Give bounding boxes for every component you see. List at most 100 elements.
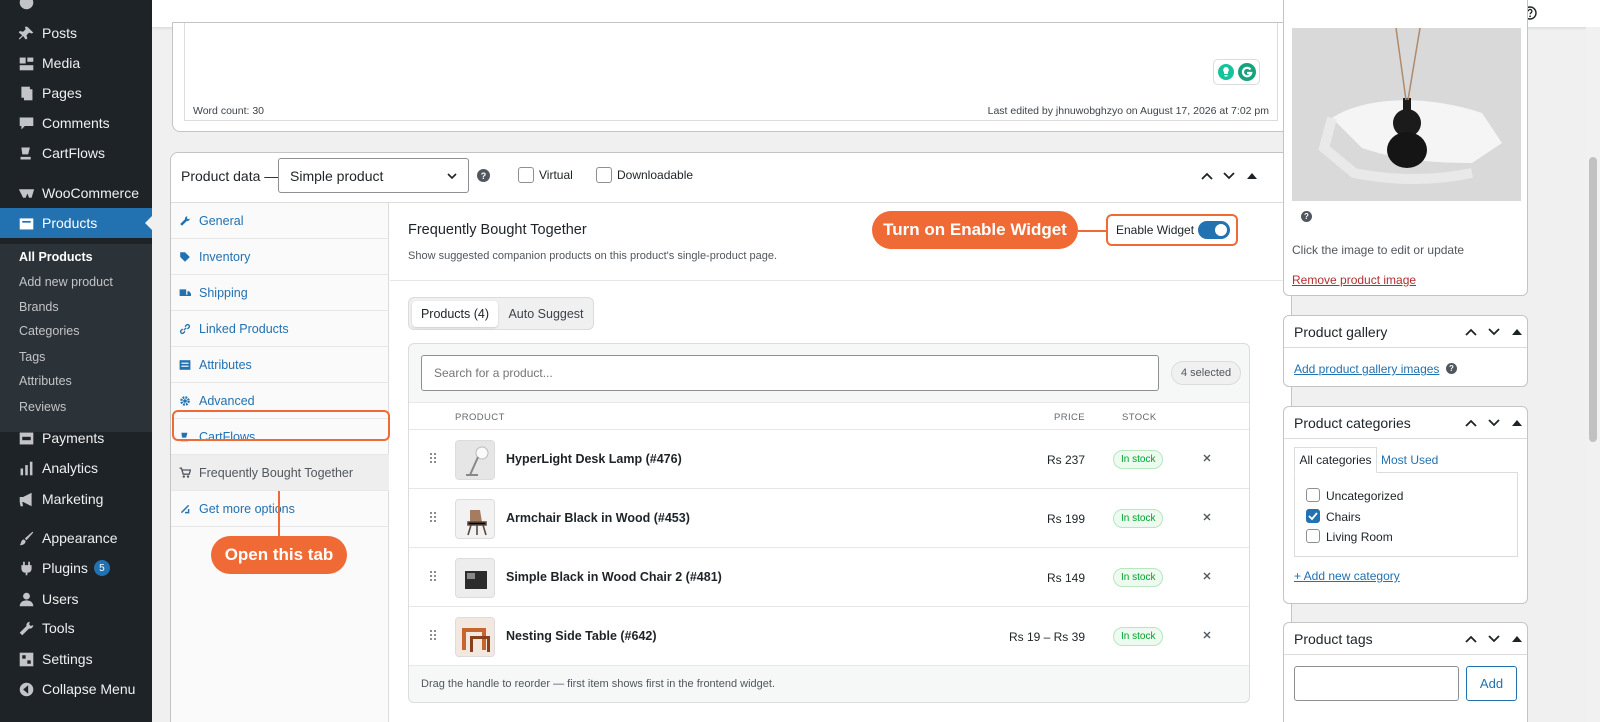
- help-icon[interactable]: ?: [1446, 363, 1457, 374]
- category-label: Chairs: [1326, 510, 1361, 524]
- category-checkbox-uncategorized[interactable]: [1306, 488, 1320, 502]
- tab-all-categories[interactable]: All categories: [1294, 447, 1377, 473]
- tab-label: Inventory: [199, 249, 251, 264]
- list-icon: [179, 359, 191, 371]
- sidebar-item-payments[interactable]: Payments: [0, 423, 152, 453]
- help-icon[interactable]: ?: [1301, 211, 1312, 222]
- remove-icon[interactable]: [1201, 629, 1213, 641]
- add-gallery-images-link[interactable]: Add product gallery images: [1294, 362, 1439, 376]
- product-categories-box: Product categories All categories Most U…: [1283, 406, 1528, 604]
- tab-most-used[interactable]: Most Used: [1381, 453, 1438, 467]
- sidebar-item-label: Analytics: [42, 460, 99, 476]
- sidebar-item-woocommerce[interactable]: WooCommerce: [0, 178, 152, 208]
- submenu-brands[interactable]: Brands: [19, 300, 59, 314]
- category-checkbox-chairs[interactable]: [1306, 509, 1320, 523]
- pin-icon: [17, 24, 35, 42]
- tab-inventory[interactable]: Inventory: [171, 239, 389, 275]
- sidebar-item-users[interactable]: Users: [0, 584, 152, 614]
- editor-text-area[interactable]: Word count: 30 Last edited by jhnuwobghz…: [184, 23, 1278, 121]
- virtual-checkbox[interactable]: [518, 167, 534, 183]
- remove-icon[interactable]: [1201, 452, 1213, 464]
- tab-get-more-options[interactable]: Get more options: [171, 491, 389, 527]
- collapse-toggle-icon[interactable]: [1510, 632, 1524, 646]
- sidebar-item-media[interactable]: Media: [0, 48, 152, 78]
- drag-handle-icon[interactable]: [429, 511, 437, 523]
- move-up-icon[interactable]: [1464, 632, 1478, 646]
- grammarly-icon: [1237, 63, 1256, 81]
- move-down-icon[interactable]: [1487, 416, 1501, 430]
- seg-products[interactable]: Products (4): [412, 301, 498, 327]
- sidebar-item-products[interactable]: Products: [0, 208, 152, 238]
- sidebar-item-appearance[interactable]: Appearance: [0, 523, 152, 553]
- move-down-icon[interactable]: [1222, 169, 1236, 183]
- sidebar-item-analytics[interactable]: Analytics: [0, 453, 152, 483]
- sidebar-item-label: Pages: [42, 85, 82, 101]
- downloadable-checkbox[interactable]: [596, 167, 612, 183]
- submenu-add-new-product[interactable]: Add new product: [19, 275, 113, 289]
- collapse-icon: [17, 680, 35, 698]
- products-icon: [17, 214, 35, 232]
- enable-widget-toggle[interactable]: [1198, 221, 1230, 239]
- drag-handle-icon[interactable]: [429, 452, 437, 464]
- tab-shipping[interactable]: Shipping: [171, 275, 389, 311]
- product-name: Simple Black in Wood Chair 2 (#481): [506, 570, 722, 584]
- sidebar-item-label: Media: [42, 55, 81, 71]
- drag-handle-icon[interactable]: [429, 629, 437, 641]
- product-search-input[interactable]: [421, 355, 1159, 391]
- product-thumbnail-lamp: [455, 440, 495, 480]
- header-price: PRICE: [1054, 412, 1086, 423]
- move-down-icon[interactable]: [1487, 632, 1501, 646]
- submenu-tags[interactable]: Tags: [19, 350, 45, 364]
- sidebar-item-settings[interactable]: Settings: [0, 644, 152, 674]
- help-icon[interactable]: ?: [477, 169, 490, 182]
- remove-product-image-link[interactable]: Remove product image: [1292, 273, 1416, 287]
- page-scrollbar[interactable]: [1586, 27, 1600, 722]
- remove-icon[interactable]: [1201, 570, 1213, 582]
- category-checkbox-living-room[interactable]: [1306, 529, 1320, 543]
- add-tag-button[interactable]: Add: [1466, 666, 1517, 701]
- sidebar-item-posts[interactable]: Posts: [0, 18, 152, 48]
- tab-frequently-bought-together[interactable]: Frequently Bought Together: [171, 455, 389, 491]
- submenu-categories[interactable]: Categories: [19, 324, 79, 338]
- sidebar-item-tools[interactable]: Tools: [0, 613, 152, 643]
- collapse-menu-button[interactable]: Collapse Menu: [0, 674, 152, 704]
- cartflows-icon: [17, 144, 35, 162]
- drag-handle-icon[interactable]: [429, 570, 437, 582]
- scrollbar-thumb[interactable]: [1589, 157, 1597, 442]
- sidebar-item-dashboard[interactable]: [0, 0, 152, 17]
- sidebar-item-cartflows[interactable]: CartFlows: [0, 138, 152, 168]
- add-new-category-link[interactable]: + Add new category: [1294, 569, 1400, 583]
- product-type-select[interactable]: Simple product: [278, 158, 469, 193]
- table-row: Nesting Side Table (#642) Rs 19 – Rs 39 …: [409, 607, 1249, 666]
- move-up-icon[interactable]: [1464, 325, 1478, 339]
- move-up-icon[interactable]: [1200, 169, 1214, 183]
- table-row: Armchair Black in Wood (#453) Rs 199 In …: [409, 489, 1249, 548]
- product-data-header: Product data — Simple product ? Virtual …: [171, 153, 1291, 203]
- seg-auto-suggest[interactable]: Auto Suggest: [501, 301, 591, 327]
- sidebar-item-comments[interactable]: Comments: [0, 108, 152, 138]
- tab-attributes[interactable]: Attributes: [171, 347, 389, 383]
- divider: [390, 280, 1292, 281]
- product-image[interactable]: [1292, 28, 1521, 201]
- sidebar-item-marketing[interactable]: Marketing: [0, 484, 152, 514]
- collapse-toggle-icon[interactable]: [1510, 416, 1524, 430]
- collapse-toggle-icon[interactable]: [1245, 169, 1259, 183]
- grammarly-widget[interactable]: [1213, 59, 1260, 85]
- tag-input[interactable]: [1294, 666, 1459, 701]
- product-data-title: Product data —: [181, 168, 279, 184]
- submenu-reviews[interactable]: Reviews: [19, 400, 66, 414]
- submenu-attributes[interactable]: Attributes: [19, 374, 72, 388]
- box-title: Product categories: [1294, 415, 1411, 431]
- move-up-icon[interactable]: [1464, 416, 1478, 430]
- sidebar-item-plugins[interactable]: Plugins 5: [0, 553, 152, 583]
- tab-linked-products[interactable]: Linked Products: [171, 311, 389, 347]
- products-submenu: All Products Add new product Brands Cate…: [0, 244, 152, 432]
- tab-general[interactable]: General: [171, 203, 389, 239]
- sidebar-item-pages[interactable]: Pages: [0, 78, 152, 108]
- pages-icon: [17, 84, 35, 102]
- stock-badge: In stock: [1113, 568, 1164, 587]
- remove-icon[interactable]: [1201, 511, 1213, 523]
- move-down-icon[interactable]: [1487, 325, 1501, 339]
- collapse-toggle-icon[interactable]: [1510, 325, 1524, 339]
- submenu-all-products[interactable]: All Products: [19, 250, 93, 264]
